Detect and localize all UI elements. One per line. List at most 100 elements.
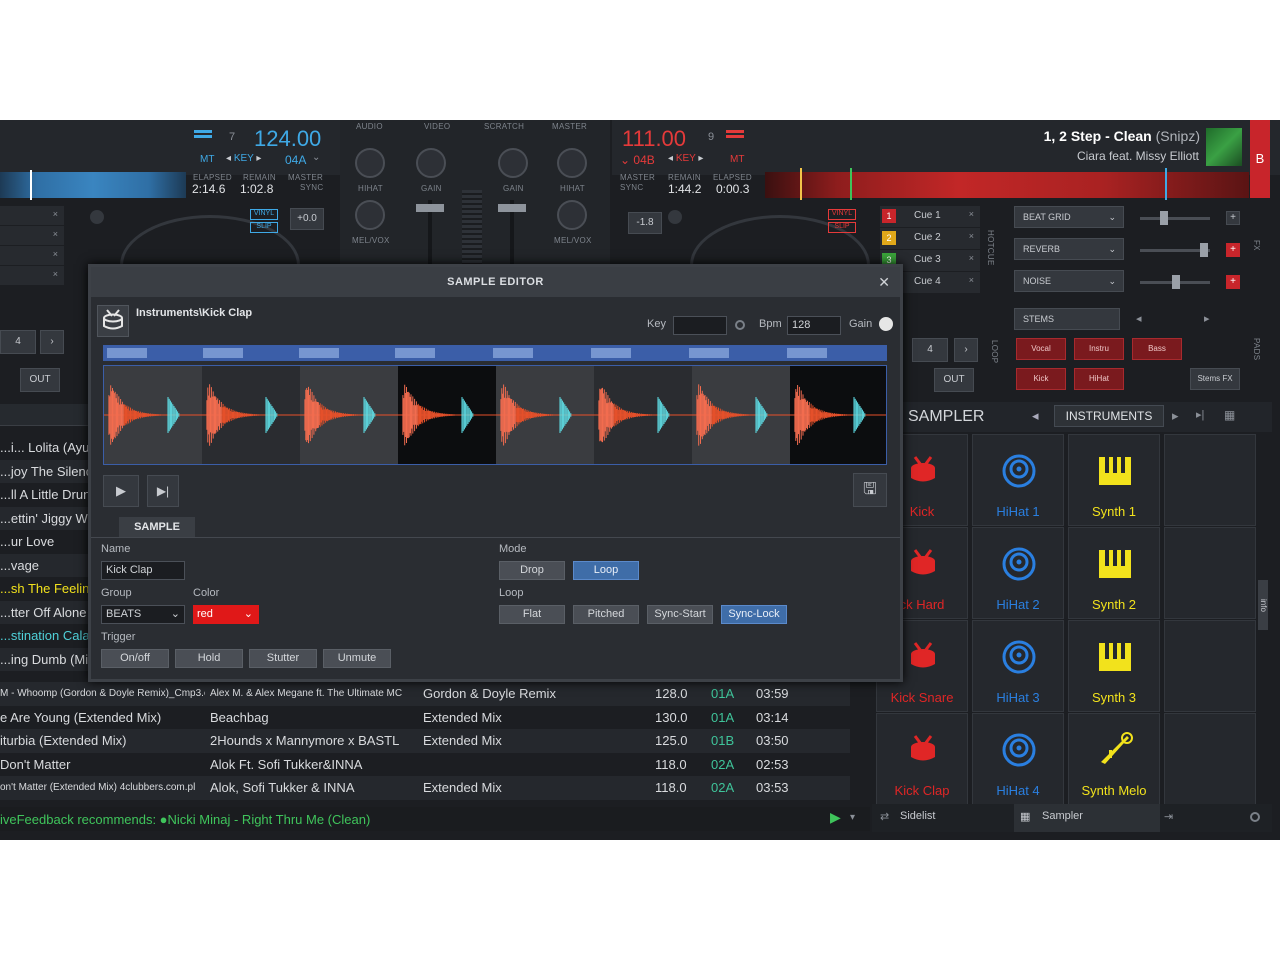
sampler-pad[interactable]: Kick Clap	[876, 713, 968, 805]
fx-slot-3[interactable]: NOISE ⌄	[1014, 270, 1124, 292]
deck-right-loop-size[interactable]: 4	[912, 338, 948, 362]
sampler-pad[interactable]	[1164, 620, 1256, 712]
deck-left-key-value[interactable]: 04A	[285, 153, 306, 167]
list-item[interactable]: ...sh The Feeling	[0, 577, 92, 601]
list-item[interactable]: ...ing Dumb (Mik	[0, 647, 92, 671]
table-row[interactable]: M - Whoomp (Gordon & Doyle Remix)_Cmp3.e…	[0, 682, 850, 706]
tab-sampler-bg[interactable]	[1014, 804, 1160, 832]
chevron-left-icon[interactable]: ◂	[1032, 408, 1039, 424]
stems-fx-button[interactable]: Stems FX	[1190, 368, 1240, 390]
close-icon[interactable]: ✕	[878, 274, 890, 291]
chevron-down-icon[interactable]: ⌄	[312, 152, 320, 163]
bpm-field[interactable]: 128	[787, 316, 841, 335]
left-melvox-knob[interactable]	[355, 200, 385, 230]
fx-slot-2[interactable]: REVERB ⌄	[1014, 238, 1124, 260]
tab-video[interactable]: VIDEO	[424, 122, 450, 131]
sampler-pad[interactable]: HiHat 4	[972, 713, 1064, 805]
chevron-right-icon[interactable]: ▸	[1204, 312, 1210, 325]
fx-2-add-button[interactable]: +	[1226, 243, 1240, 257]
deck-left-loop-out[interactable]: OUT	[20, 368, 60, 392]
sampler-pad[interactable]	[1164, 713, 1256, 805]
group-select[interactable]: BEATS ⌄	[101, 605, 185, 624]
tab-sidelist[interactable]: Sidelist	[900, 810, 935, 822]
list-item[interactable]: ...joy The Silence	[0, 459, 92, 483]
trigger-stutter-button[interactable]: Stutter	[249, 649, 317, 668]
left-gain-knob[interactable]	[416, 148, 446, 178]
close-icon[interactable]: ×	[969, 209, 974, 219]
eject-icon[interactable]	[668, 210, 682, 224]
list-item[interactable]: ...tter Off Alone	[0, 600, 92, 624]
name-field[interactable]: Kick Clap	[101, 561, 185, 580]
fx-1-slider[interactable]	[1140, 217, 1210, 220]
deck-left-vinyl-toggle[interactable]: VINYL	[250, 209, 278, 220]
sample-waveform[interactable]	[103, 365, 887, 465]
table-row[interactable]: e Are Young (Extended Mix) Beachbag Extend…	[0, 706, 850, 730]
deck-right-mt[interactable]: MT	[730, 154, 744, 165]
key-field[interactable]	[673, 316, 727, 335]
sampler-pad[interactable]: HiHat 1	[972, 434, 1064, 526]
list-item[interactable]: ...i... Lolita (Ayur	[0, 436, 92, 460]
deck-right-key-value[interactable]: ⌄ 04B	[620, 153, 655, 167]
deck-left-key-arrows[interactable]: ◂ KEY ▸	[226, 153, 261, 164]
sampler-bank-selector[interactable]: INSTRUMENTS	[1054, 405, 1164, 427]
deck-right-overview-waveform[interactable]	[765, 172, 1249, 198]
deck-left-mode-icon[interactable]	[194, 130, 218, 142]
chevron-right-icon[interactable]: ›	[954, 338, 978, 362]
list-item[interactable]: ...ll A Little Drunk	[0, 483, 92, 507]
sampler-pad[interactable]: HiHat 3	[972, 620, 1064, 712]
save-icon[interactable]: 🖫	[853, 473, 887, 507]
deck-left-loop-size[interactable]: 4	[0, 330, 36, 354]
right-melvox-knob[interactable]	[557, 200, 587, 230]
skip-button[interactable]: ▶|	[147, 475, 179, 507]
deck-left-sync-label[interactable]: SYNC	[300, 183, 323, 192]
tab-master[interactable]: MASTER	[552, 122, 587, 131]
fx-3-slider-handle[interactable]	[1172, 275, 1180, 289]
tab-scratch[interactable]: SCRATCH	[484, 122, 524, 131]
mode-loop-button[interactable]: Loop	[573, 561, 639, 580]
list-item[interactable]: ...stination Calab	[0, 624, 92, 648]
table-row[interactable]: on't Matter (Extended Mix) 4clubbers.com…	[0, 776, 850, 800]
right-volume-fader[interactable]	[498, 204, 526, 212]
deck-left-overview-waveform[interactable]	[0, 172, 186, 198]
skip-icon[interactable]: ▸|	[1196, 408, 1204, 421]
sampler-pad[interactable]: Synth Melo	[1068, 713, 1160, 805]
trigger-onoff-button[interactable]: On/off	[101, 649, 169, 668]
collapse-icon[interactable]: ⇥	[1164, 810, 1173, 823]
info-tab[interactable]: info	[1258, 580, 1268, 630]
eject-icon[interactable]	[90, 210, 104, 224]
loop-flat-button[interactable]: Flat	[499, 605, 565, 624]
deck-left-mt[interactable]: MT	[200, 154, 214, 165]
tab-audio[interactable]: AUDIO	[356, 122, 383, 131]
loop-sync-start-button[interactable]: Sync-Start	[647, 605, 713, 624]
right-hihat-knob[interactable]	[557, 148, 587, 178]
beat-ruler[interactable]	[103, 345, 887, 361]
fx-2-slider-handle[interactable]	[1200, 243, 1208, 257]
deck-left-slip-toggle[interactable]: SLIP	[250, 222, 278, 233]
close-icon[interactable]: ×	[969, 231, 974, 241]
options-icon[interactable]	[1250, 812, 1260, 822]
stem-kick-button[interactable]: Kick	[1016, 368, 1066, 390]
sampler-pad[interactable]: Synth 2	[1068, 527, 1160, 619]
browser-column-header[interactable]	[0, 404, 92, 426]
sampler-pad[interactable]: HiHat 2	[972, 527, 1064, 619]
gain-knob[interactable]	[879, 317, 893, 331]
sampler-pad[interactable]	[1164, 434, 1256, 526]
stems-selector[interactable]: STEMS	[1014, 308, 1120, 330]
close-icon[interactable]: ×	[969, 253, 974, 263]
hotcue-row[interactable]: 1 Cue 1 ×	[880, 206, 980, 228]
loop-pitched-button[interactable]: Pitched	[573, 605, 639, 624]
sampler-pad[interactable]: Synth 3	[1068, 620, 1160, 712]
stem-vocal-button[interactable]: Vocal	[1016, 338, 1066, 360]
deck-right-key-arrows[interactable]: ◂ KEY ▸	[668, 153, 703, 164]
left-hihat-knob[interactable]	[355, 148, 385, 178]
deck-right-mode-icon[interactable]	[726, 130, 750, 142]
tab-sampler[interactable]: Sampler	[1042, 810, 1083, 822]
livefeedback-text[interactable]: iveFeedback recommends: ●Nicki Minaj - R…	[0, 812, 370, 827]
color-select[interactable]: red ⌄	[193, 605, 259, 624]
stem-hihat-button[interactable]: HiHat	[1074, 368, 1124, 390]
play-button[interactable]: ▶	[103, 475, 139, 507]
chevron-left-icon[interactable]: ◂	[1136, 312, 1142, 325]
left-volume-fader[interactable]	[416, 204, 444, 212]
stem-bass-button[interactable]: Bass	[1132, 338, 1182, 360]
list-item[interactable]: ...ettin' Jiggy Wit i	[0, 506, 92, 530]
